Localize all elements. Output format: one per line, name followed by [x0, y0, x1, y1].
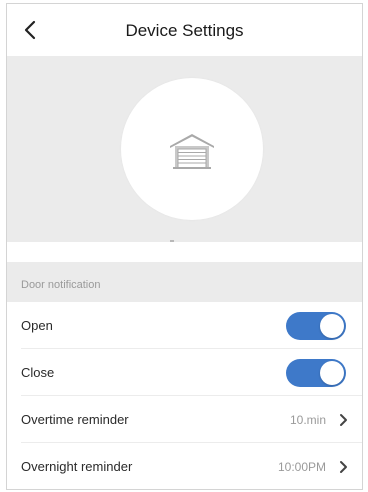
- setting-row-close[interactable]: Close: [7, 349, 362, 396]
- chevron-right-icon: [340, 461, 347, 473]
- garage-door-icon: [170, 134, 214, 169]
- toggle-knob: [320, 361, 344, 385]
- open-notification-toggle[interactable]: [286, 312, 346, 340]
- section-label: Door notification: [21, 279, 101, 291]
- overtime-reminder-value: 10.min: [289, 413, 326, 427]
- setting-label: Overnight reminder: [21, 459, 133, 474]
- setting-row-open[interactable]: Open: [7, 302, 362, 349]
- close-notification-toggle[interactable]: [286, 359, 346, 387]
- section-header-door-notification: Door notification: [7, 262, 362, 302]
- device-settings-screen: Device Settings Door notification Open C…: [6, 3, 363, 490]
- header-bar: Device Settings: [7, 4, 362, 56]
- chevron-right-icon: [340, 414, 347, 426]
- page-indicator: [170, 240, 174, 242]
- setting-label: Close: [21, 365, 55, 380]
- hero-footer: [7, 242, 362, 262]
- setting-row-overnight-reminder[interactable]: Overnight reminder 10:00PM: [7, 443, 362, 489]
- device-hero: [7, 56, 362, 242]
- setting-row-overtime-reminder[interactable]: Overtime reminder 10.min: [7, 396, 362, 443]
- toggle-knob: [320, 314, 344, 338]
- setting-label: Open: [21, 318, 53, 333]
- page-title: Device Settings: [125, 21, 244, 40]
- setting-label: Overtime reminder: [21, 412, 129, 427]
- device-avatar: [121, 78, 263, 220]
- overnight-reminder-value: 10:00PM: [277, 460, 326, 474]
